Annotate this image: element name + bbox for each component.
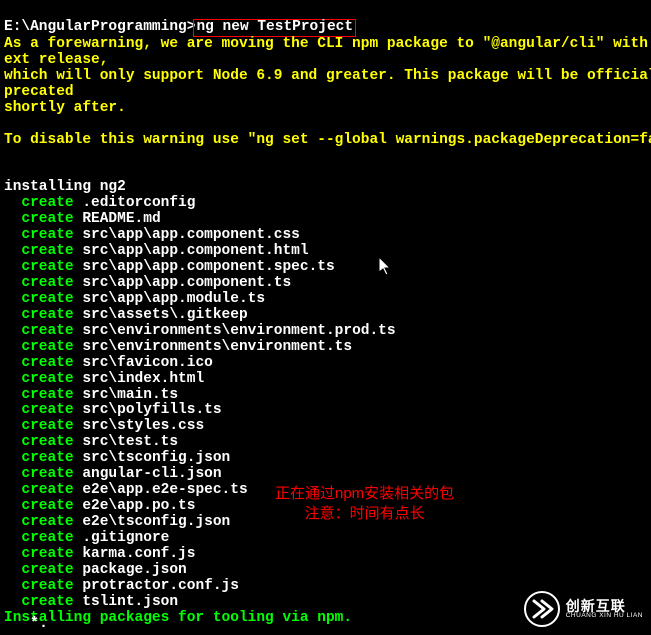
file-path: src\tsconfig.json (82, 450, 230, 466)
create-word: create (21, 275, 73, 291)
command-text: ng new TestProject (196, 19, 353, 35)
create-line: create src\environments\environment.prod… (4, 324, 647, 340)
create-line: create src\app\app.component.css (4, 228, 647, 244)
create-word: create (21, 482, 73, 498)
file-path: .gitignore (82, 530, 169, 546)
file-path: src\polyfills.ts (82, 402, 221, 418)
create-word: create (21, 243, 73, 259)
annotation-text: 正在通过npm安装相关的包 注意：时间有点长 (275, 484, 454, 523)
file-path: src\styles.css (82, 418, 204, 434)
create-word: create (21, 562, 73, 578)
create-word: create (21, 434, 73, 450)
logo-mark-icon (524, 591, 560, 627)
file-path: src\app\app.component.spec.ts (82, 259, 334, 275)
create-line: create src\assets\.gitkeep (4, 308, 647, 324)
create-word: create (21, 466, 73, 482)
file-list: create .editorconfig create README.md cr… (4, 196, 647, 610)
prompt-line: E:\AngularProgramming>ng new TestProject (4, 19, 356, 35)
prompt-path: E:\AngularProgramming> (4, 19, 195, 35)
warning-line: ext release, (4, 52, 108, 68)
file-path: package.json (82, 562, 186, 578)
file-path: src\favicon.ico (82, 355, 213, 371)
create-line: create package.json (4, 563, 647, 579)
spinner-text: *. (30, 616, 48, 633)
file-path: protractor.conf.js (82, 578, 239, 594)
create-line: create src\polyfills.ts (4, 403, 647, 419)
create-word: create (21, 259, 73, 275)
create-line: create src\environments\environment.ts (4, 340, 647, 356)
create-line: create karma.conf.js (4, 547, 647, 563)
file-path: src\app\app.component.css (82, 227, 300, 243)
create-line: create src\index.html (4, 372, 647, 388)
create-word: create (21, 355, 73, 371)
command-highlight: ng new TestProject (193, 19, 356, 37)
file-path: src\app\app.component.html (82, 243, 308, 259)
create-line: create src\app\app.component.spec.ts (4, 260, 647, 276)
warning-line: As a forewarning, we are moving the CLI … (4, 36, 651, 52)
create-line: create angular-cli.json (4, 467, 647, 483)
create-word: create (21, 578, 73, 594)
create-word: create (21, 211, 73, 227)
create-word: create (21, 339, 73, 355)
file-path: src\environments\environment.prod.ts (82, 323, 395, 339)
installing-header: installing ng2 (4, 179, 126, 195)
blank-line (4, 147, 13, 163)
file-path: src\assets\.gitkeep (82, 307, 247, 323)
file-path: .editorconfig (82, 195, 195, 211)
file-path: karma.conf.js (82, 546, 195, 562)
warning-line: To disable this warning use "ng set --gl… (4, 132, 651, 148)
warning-line: shortly after. (4, 100, 126, 116)
file-path: README.md (82, 211, 160, 227)
logo-cn: 创新互联 (566, 599, 643, 613)
create-line: create src\app\app.component.html (4, 244, 647, 260)
create-line: create src\main.ts (4, 388, 647, 404)
create-line: create .editorconfig (4, 196, 647, 212)
annotation-line2: 注意：时间有点长 (275, 504, 454, 524)
file-path: src\app\app.module.ts (82, 291, 265, 307)
create-line: create src\app\app.module.ts (4, 292, 647, 308)
create-word: create (21, 323, 73, 339)
file-path: src\test.ts (82, 434, 178, 450)
logo-text: 创新互联 CHUANG XIN HU LIAN (566, 599, 643, 620)
create-word: create (21, 291, 73, 307)
create-word: create (21, 530, 73, 546)
warning-line: which will only support Node 6.9 and gre… (4, 68, 651, 84)
create-word: create (21, 594, 73, 610)
file-path: e2e\tsconfig.json (82, 514, 230, 530)
create-word: create (21, 546, 73, 562)
create-line: create src\favicon.ico (4, 356, 647, 372)
create-word: create (21, 195, 73, 211)
file-path: e2e\app.e2e-spec.ts (82, 482, 247, 498)
create-line: create src\styles.css (4, 419, 647, 435)
terminal-output[interactable]: E:\AngularProgramming>ng new TestProject… (0, 0, 651, 630)
create-line: create src\app\app.component.ts (4, 276, 647, 292)
file-path: tslint.json (82, 594, 178, 610)
annotation-line1: 正在通过npm安装相关的包 (275, 484, 454, 504)
create-word: create (21, 387, 73, 403)
file-path: angular-cli.json (82, 466, 221, 482)
create-line: create README.md (4, 212, 647, 228)
file-path: src\main.ts (82, 387, 178, 403)
blank-line (4, 163, 13, 179)
create-word: create (21, 498, 73, 514)
watermark-logo: 创新互联 CHUANG XIN HU LIAN (524, 591, 643, 627)
create-word: create (21, 371, 73, 387)
create-line: create src\test.ts (4, 435, 647, 451)
create-word: create (21, 227, 73, 243)
create-word: create (21, 450, 73, 466)
logo-en: CHUANG XIN HU LIAN (566, 613, 643, 620)
installing-footer: Installing packages for tooling via npm. (4, 610, 352, 626)
file-path: src\app\app.component.ts (82, 275, 291, 291)
create-word: create (21, 307, 73, 323)
create-word: create (21, 402, 73, 418)
create-word: create (21, 418, 73, 434)
create-line: create .gitignore (4, 531, 647, 547)
create-word: create (21, 514, 73, 530)
file-path: src\environments\environment.ts (82, 339, 352, 355)
warning-line: precated (4, 84, 74, 100)
create-line: create src\tsconfig.json (4, 451, 647, 467)
file-path: e2e\app.po.ts (82, 498, 195, 514)
file-path: src\index.html (82, 371, 204, 387)
